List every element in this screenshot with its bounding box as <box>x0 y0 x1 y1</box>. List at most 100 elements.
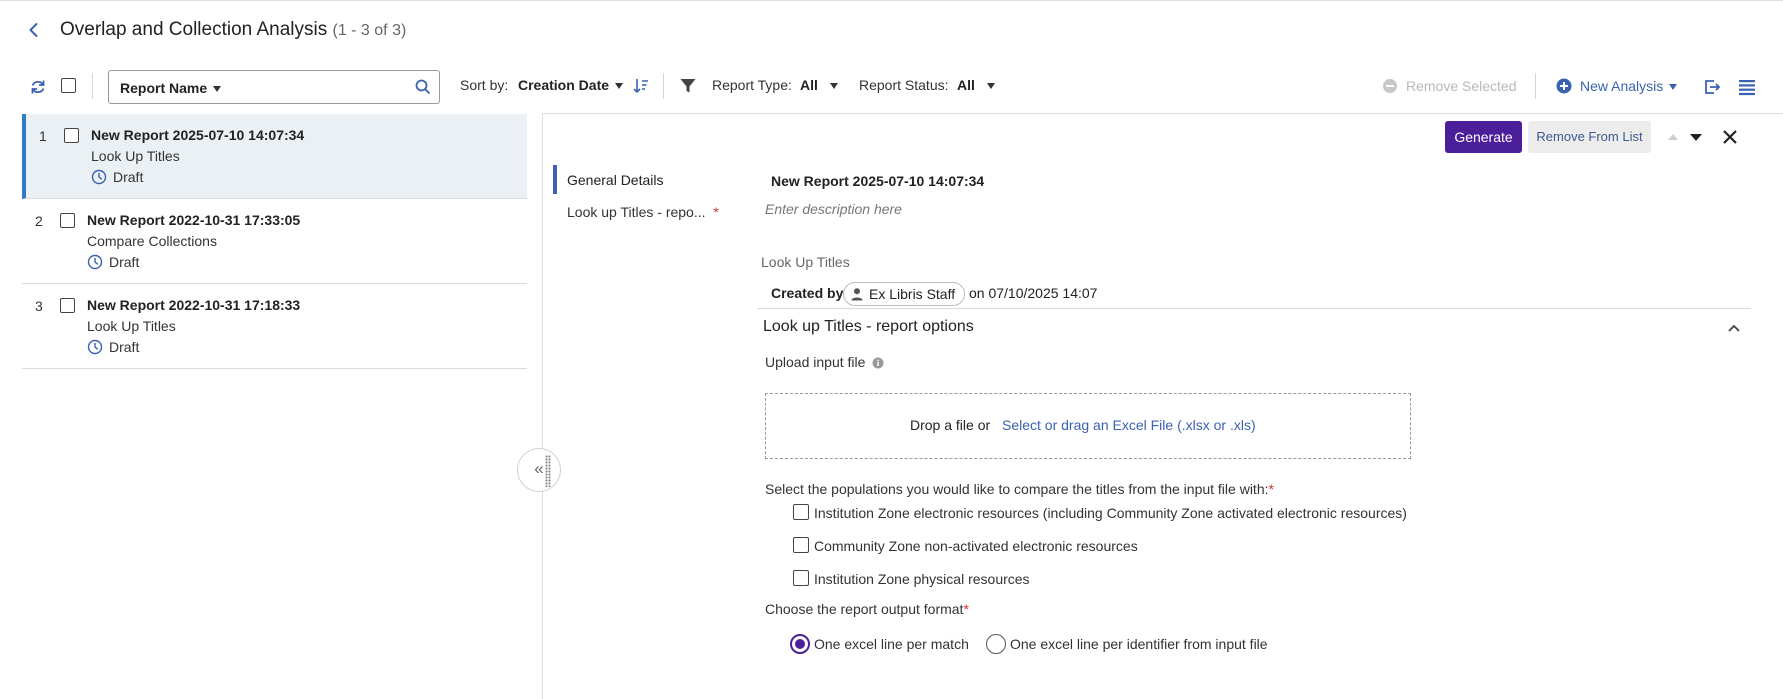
row-number: 1 <box>39 128 47 144</box>
required-mark: * <box>963 601 969 617</box>
created-by-label: Created by <box>771 285 844 301</box>
row-number: 3 <box>35 298 43 314</box>
detail-top-border <box>543 113 1783 114</box>
report-type: Compare Collections <box>87 233 217 249</box>
remove-selected-button[interactable]: Remove Selected <box>1406 78 1517 94</box>
page-title-text: Overlap and Collection Analysis <box>60 19 328 40</box>
info-icon[interactable] <box>872 357 884 369</box>
chevron-down-icon <box>986 83 995 90</box>
report-type: Look Up Titles <box>91 148 180 164</box>
population-label: Institution Zone electronic resources (i… <box>814 505 1407 521</box>
refresh-icon[interactable] <box>28 77 48 97</box>
format-label-text: Choose the report output format <box>765 601 964 617</box>
plus-circle-icon <box>1556 78 1572 94</box>
minus-circle-icon <box>1382 78 1398 94</box>
clock-icon <box>87 254 103 270</box>
resize-handle[interactable] <box>545 455 551 487</box>
populations-label-text: Select the populations you would like to… <box>765 481 1269 497</box>
populations-label: Select the populations you would like to… <box>765 481 1274 497</box>
page-title: Overlap and Collection Analysis (1 - 3 o… <box>60 19 406 41</box>
section-divider <box>757 308 1751 309</box>
population-checkbox[interactable] <box>793 504 809 520</box>
drop-text: Drop a file or <box>910 417 991 433</box>
toolbar-divider <box>92 73 93 99</box>
sort-direction-icon[interactable] <box>632 77 650 95</box>
search-field-select[interactable]: Report Name <box>108 70 231 104</box>
format-option-label: One excel line per match <box>814 636 969 652</box>
report-type-value: All <box>800 77 818 93</box>
collapse-panel-button[interactable]: « <box>517 448 561 492</box>
format-label: Choose the report output format* <box>765 601 969 617</box>
creator-name: Ex Libris Staff <box>869 286 956 302</box>
report-title[interactable]: New Report 2022-10-31 17:18:33 <box>87 297 300 313</box>
list-item[interactable]: 2 New Report 2022-10-31 17:33:05 Compare… <box>22 199 527 284</box>
created-on: on 07/10/2025 14:07 <box>969 285 1098 301</box>
chevron-down-icon[interactable] <box>1688 129 1704 145</box>
report-name-field[interactable]: New Report 2025-07-10 14:07:34 <box>771 173 984 189</box>
list-view-icon[interactable] <box>1737 77 1757 97</box>
sort-select[interactable]: Creation Date <box>518 77 624 93</box>
upload-label: Upload input file <box>765 354 884 370</box>
nav-report-options-label: Look up Titles - repo... <box>567 204 706 220</box>
chevron-up-icon[interactable] <box>1665 129 1681 145</box>
description-field[interactable]: Enter description here <box>765 201 902 217</box>
pane-divider <box>542 113 543 699</box>
search-field-label: Report Name <box>120 80 208 96</box>
search-icon[interactable] <box>414 78 432 96</box>
chevron-down-icon <box>1669 84 1678 91</box>
generate-button[interactable]: Generate <box>1445 121 1522 153</box>
list-item[interactable]: 3 New Report 2022-10-31 17:18:33 Look Up… <box>22 284 527 369</box>
population-label: Institution Zone physical resources <box>814 571 1030 587</box>
report-status: Draft <box>87 339 139 355</box>
user-icon <box>851 288 863 301</box>
row-checkbox[interactable] <box>64 128 79 143</box>
report-status-select[interactable]: All <box>957 77 999 93</box>
row-checkbox[interactable] <box>60 298 75 313</box>
report-status-value: All <box>957 77 975 93</box>
sort-label: Sort by: <box>460 77 509 93</box>
result-count: (1 - 3 of 3) <box>332 22 407 39</box>
population-checkbox[interactable] <box>793 537 809 553</box>
status-text: Draft <box>109 339 140 355</box>
report-title[interactable]: New Report 2025-07-10 14:07:34 <box>91 127 304 143</box>
population-label: Community Zone non-activated electronic … <box>814 538 1138 554</box>
chevron-down-icon <box>213 86 222 93</box>
remove-from-list-button[interactable]: Remove From List <box>1528 121 1651 153</box>
chevron-down-icon <box>829 83 838 90</box>
required-mark: * <box>1268 481 1274 497</box>
select-file-link[interactable]: Select or drag an Excel File (.xlsx or .… <box>1002 417 1256 433</box>
new-analysis-button[interactable]: New Analysis <box>1580 78 1678 94</box>
list-item[interactable]: 1 New Report 2025-07-10 14:07:34 Look Up… <box>22 114 527 199</box>
report-status: Draft <box>91 169 143 185</box>
close-icon[interactable] <box>1720 127 1740 147</box>
report-title[interactable]: New Report 2022-10-31 17:33:05 <box>87 212 300 228</box>
chevron-down-icon <box>615 83 624 90</box>
nav-active-indicator <box>553 165 557 194</box>
analysis-type: Look Up Titles <box>761 254 850 270</box>
sort-value: Creation Date <box>518 77 610 93</box>
report-type: Look Up Titles <box>87 318 176 334</box>
select-all-checkbox[interactable] <box>61 78 76 93</box>
toolbar-divider <box>663 73 664 99</box>
population-checkbox[interactable] <box>793 570 809 586</box>
format-radio-selected[interactable] <box>790 634 810 654</box>
nav-report-options[interactable]: Look up Titles - repo... * <box>567 204 719 220</box>
report-type-select[interactable]: All <box>800 77 842 93</box>
back-arrow-icon[interactable] <box>22 18 46 42</box>
section-title[interactable]: Look up Titles - report options <box>763 318 974 336</box>
row-checkbox[interactable] <box>60 213 75 228</box>
export-icon[interactable] <box>1702 77 1722 97</box>
report-status-label: Report Status: <box>859 77 949 93</box>
top-border <box>0 0 1783 1</box>
format-radio[interactable] <box>986 634 1006 654</box>
status-text: Draft <box>113 169 144 185</box>
search-input[interactable] <box>230 70 440 104</box>
row-number: 2 <box>35 213 43 229</box>
filter-icon <box>679 77 697 95</box>
creator-chip: Ex Libris Staff <box>843 282 966 306</box>
chevron-up-icon[interactable] <box>1726 320 1742 336</box>
report-status: Draft <box>87 254 139 270</box>
new-analysis-label: New Analysis <box>1580 78 1664 94</box>
format-option-label: One excel line per identifier from input… <box>1010 636 1268 652</box>
nav-general-details[interactable]: General Details <box>567 172 664 188</box>
